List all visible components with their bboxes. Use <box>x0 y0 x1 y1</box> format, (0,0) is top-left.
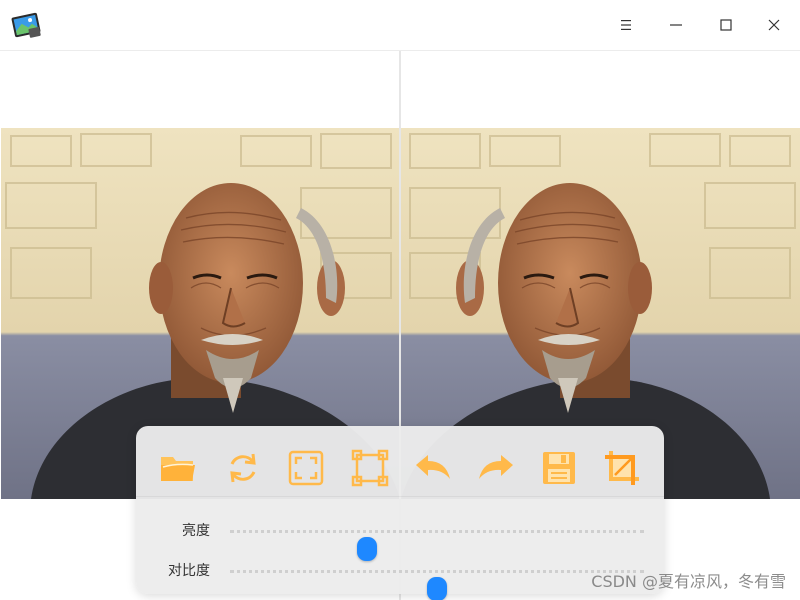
folder-open-icon <box>161 457 195 481</box>
window-close-button[interactable] <box>752 5 796 45</box>
undo-button[interactable] <box>413 448 453 488</box>
minimize-icon <box>670 24 682 26</box>
actual-size-button[interactable] <box>350 448 390 488</box>
brightness-slider-track[interactable] <box>230 530 644 561</box>
close-icon <box>768 19 780 31</box>
contrast-slider-row: 对比度 <box>136 556 664 600</box>
app-photo-icon <box>10 10 42 40</box>
contrast-label: 对比度 <box>168 563 210 579</box>
redo-button[interactable] <box>476 448 516 488</box>
window-minimize-button[interactable] <box>654 5 698 45</box>
title-bar <box>0 0 800 51</box>
save-icon <box>543 452 575 484</box>
app-window: 亮度 对比度 CSDN @夏有凉风，冬有雪 <box>0 0 800 600</box>
maximize-icon <box>720 19 732 31</box>
contrast-slider-thumb[interactable] <box>427 577 447 600</box>
brightness-label: 亮度 <box>182 523 210 539</box>
crop-icon <box>605 451 639 485</box>
open-file-button[interactable] <box>158 448 198 488</box>
brightness-slider-row: 亮度 <box>136 516 664 561</box>
save-button[interactable] <box>539 448 579 488</box>
rotate-button[interactable] <box>223 448 263 488</box>
tool-row <box>136 426 664 497</box>
fit-screen-button[interactable] <box>286 448 326 488</box>
crop-button[interactable] <box>602 448 642 488</box>
actual-size-icon <box>351 449 389 487</box>
hamburger-menu-icon <box>621 20 631 30</box>
undo-icon <box>416 455 450 479</box>
window-menu-button[interactable] <box>604 5 648 45</box>
redo-icon <box>479 455 513 479</box>
rotate-icon <box>230 453 256 483</box>
edit-toolbar-panel: 亮度 对比度 <box>136 426 664 600</box>
window-maximize-button[interactable] <box>704 5 748 45</box>
watermark: CSDN @夏有凉风，冬有雪 <box>591 572 786 591</box>
contrast-slider-track[interactable] <box>230 570 644 600</box>
fit-screen-icon <box>288 450 324 486</box>
